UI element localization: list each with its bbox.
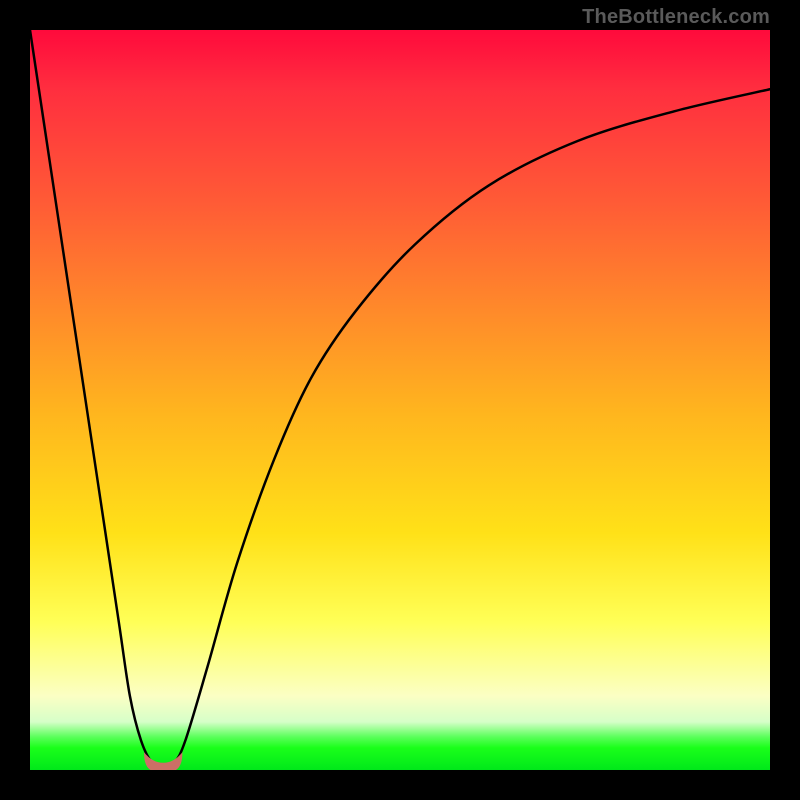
valley-marker <box>144 752 182 770</box>
chart-frame: TheBottleneck.com <box>0 0 800 800</box>
watermark-text: TheBottleneck.com <box>582 6 770 29</box>
plot-area <box>30 30 770 770</box>
bottleneck-curve <box>30 30 770 766</box>
curve-layer <box>30 30 770 770</box>
